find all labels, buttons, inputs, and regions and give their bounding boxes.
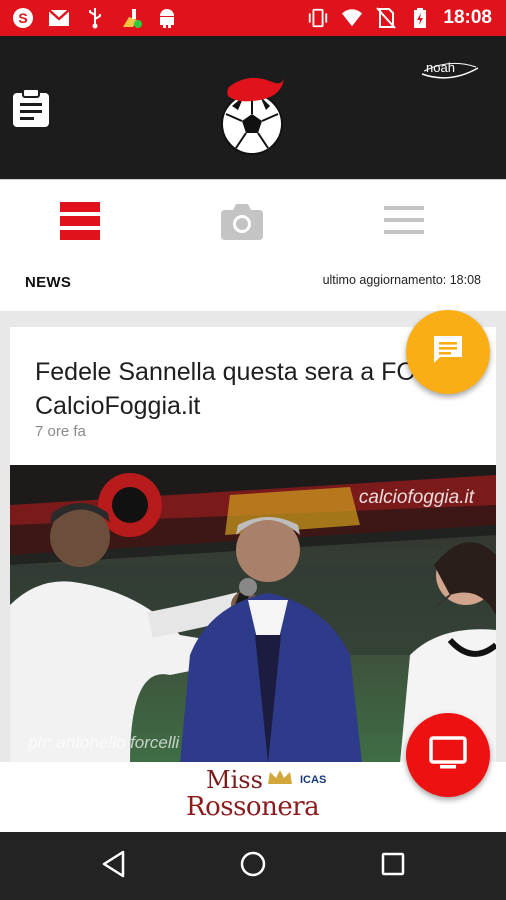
battery-charging-icon	[409, 7, 431, 29]
wifi-icon	[341, 7, 363, 29]
chat-icon	[431, 333, 465, 371]
gmail-icon	[48, 7, 70, 29]
svg-text:S: S	[18, 10, 27, 26]
no-sim-icon	[375, 7, 397, 29]
banner-line1: Miss	[206, 766, 263, 794]
clipboard-icon[interactable]	[12, 88, 50, 128]
tab-menu[interactable]	[374, 198, 434, 248]
banner-line2: Rossonera	[186, 792, 320, 822]
tab-news[interactable]	[50, 198, 110, 248]
cleaner-icon	[120, 7, 142, 29]
menu-icon	[384, 206, 424, 240]
photo-watermark: calciofoggia.it	[358, 487, 474, 508]
usb-icon	[84, 7, 106, 29]
back-button[interactable]	[98, 850, 130, 882]
home-icon	[239, 850, 267, 882]
home-button[interactable]	[237, 850, 269, 882]
photo-credit: ph: antonello forcelli	[28, 733, 180, 752]
vibrate-icon	[307, 7, 329, 29]
tv-icon	[429, 736, 467, 774]
section-title: NEWS	[25, 274, 72, 291]
article-time-ago: 7 ore fa	[35, 423, 86, 440]
miss-rossonera-logo: Miss Rossonera ICAS	[186, 766, 346, 828]
last-updated-text: ultimo aggiornamento: 18:08	[322, 273, 481, 287]
news-list-icon	[60, 202, 100, 244]
banner-sponsor: ICAS	[300, 774, 327, 786]
chat-fab[interactable]	[406, 310, 490, 394]
crown-icon	[268, 770, 292, 784]
app-logo	[216, 76, 288, 156]
android-icon	[156, 7, 178, 29]
svg-text:noah: noah	[426, 60, 455, 75]
article-photo[interactable]: calciofoggia.it ph: antonello forcelli	[10, 465, 496, 763]
app-header: noah	[0, 36, 506, 179]
camera-icon	[221, 202, 263, 244]
noah-sponsor-logo: noah	[420, 58, 480, 84]
status-bar: S 18:08	[0, 0, 506, 36]
back-icon	[101, 850, 127, 882]
recents-button[interactable]	[377, 850, 409, 882]
tv-fab[interactable]	[406, 713, 490, 797]
skype-icon: S	[12, 7, 34, 29]
clock: 18:08	[443, 7, 492, 28]
tab-bar: NEWS ultimo aggiornamento: 18:08	[0, 179, 506, 311]
system-nav-bar	[0, 832, 506, 900]
recents-icon	[380, 851, 406, 881]
tab-photo[interactable]	[212, 198, 272, 248]
